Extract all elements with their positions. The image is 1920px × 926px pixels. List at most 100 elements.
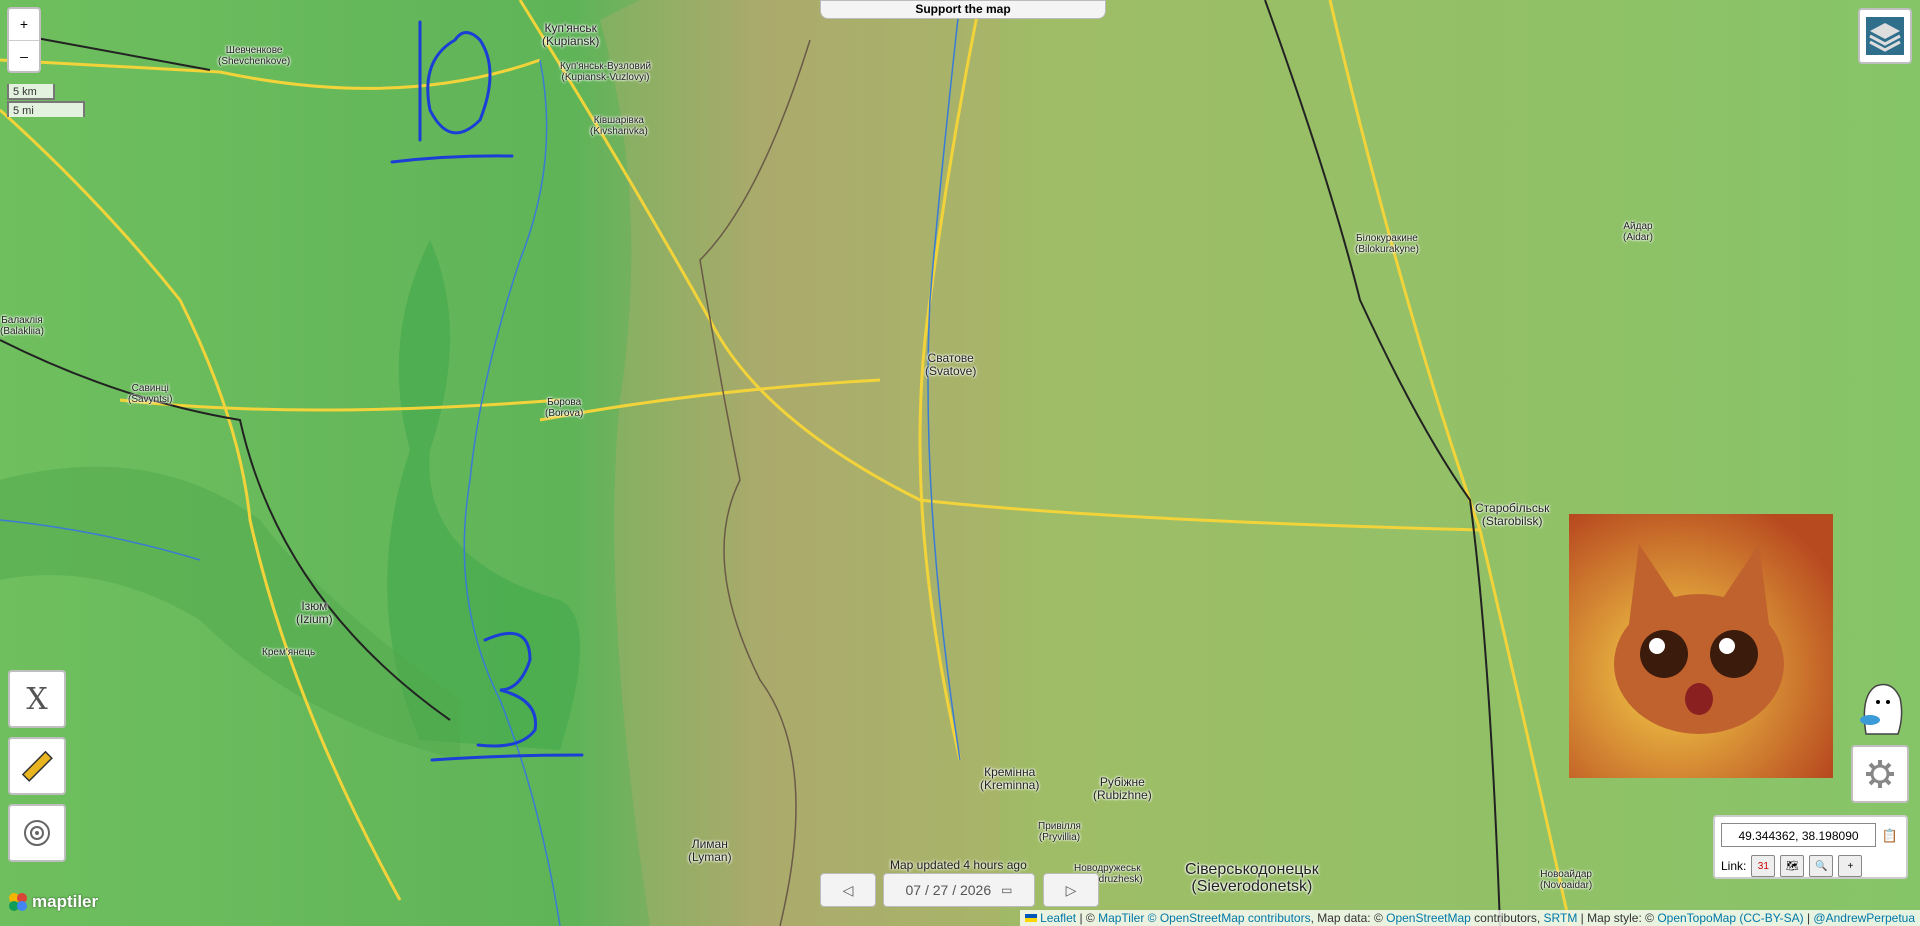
upland-shade bbox=[600, 0, 1000, 926]
place-name: Борова bbox=[547, 397, 582, 408]
place-name: Шевченкове bbox=[225, 45, 283, 56]
settings-button[interactable] bbox=[1851, 745, 1909, 803]
place-name-latin: (Balakliia) bbox=[0, 325, 44, 337]
link-row: Link: 31 🗺 🔍 + bbox=[1721, 855, 1863, 877]
place-label: Борова (Borova) bbox=[545, 397, 583, 419]
place-name: Куп'янськ-Вузловий bbox=[560, 61, 652, 72]
maptiler-logo[interactable]: maptiler bbox=[8, 892, 98, 912]
map-link-icon[interactable]: 🗺 bbox=[1780, 855, 1805, 877]
support-map-button[interactable]: Support the map bbox=[820, 0, 1106, 19]
place-name-latin: (Kupiansk) bbox=[542, 33, 600, 48]
target-icon bbox=[24, 820, 50, 846]
place-label: Ізюм (Izium) bbox=[296, 600, 333, 625]
date-value: 07 / 27 / 2026 bbox=[905, 882, 992, 898]
search-link-icon[interactable]: 🔍 bbox=[1809, 855, 1834, 877]
ruler-icon bbox=[21, 750, 53, 782]
coordinates-panel: 49.344362, 38.198090 📋 Link: 31 🗺 🔍 + bbox=[1713, 815, 1908, 879]
place-name: Білокуракине bbox=[1356, 233, 1418, 244]
leaflet-link[interactable]: Leaflet bbox=[1040, 911, 1076, 925]
place-name: Савинці bbox=[131, 383, 169, 394]
place-name: Сватове bbox=[927, 351, 974, 365]
place-label: Ківшарівка (Kivsharivka) bbox=[590, 115, 648, 137]
place-label: Новоайдар (Novoaidar) bbox=[1540, 869, 1593, 891]
place-name-latin: (Bilokurakyne) bbox=[1355, 243, 1419, 255]
place-name: Новоайдар bbox=[1540, 869, 1592, 880]
left-arrow-icon: ◁ bbox=[842, 881, 854, 898]
layers-button[interactable] bbox=[1858, 8, 1912, 64]
coordinates-input[interactable]: 49.344362, 38.198090 bbox=[1721, 823, 1876, 847]
map-updated-text: Map updated 4 hours ago bbox=[890, 858, 1027, 872]
right-arrow-icon: ▷ bbox=[1065, 881, 1077, 898]
crosshair-link-icon[interactable]: + bbox=[1838, 855, 1863, 877]
calendar-link-icon[interactable]: 31 bbox=[1751, 855, 1776, 877]
place-name: Рубіжне bbox=[1099, 775, 1145, 789]
srtm-link[interactable]: SRTM bbox=[1544, 911, 1578, 925]
place-name-latin: (Starobilsk) bbox=[1481, 513, 1543, 528]
place-label: Лиман (Lyman) bbox=[688, 838, 732, 863]
place-name-latin: (Svatove) bbox=[925, 363, 977, 378]
clipboard-icon[interactable]: 📋 bbox=[1880, 826, 1900, 846]
place-label: Сватове (Svatove) bbox=[925, 352, 976, 377]
maptiler-link[interactable]: MapTiler bbox=[1098, 911, 1144, 925]
place-name-latin: (Aidar) bbox=[1623, 231, 1654, 243]
place-label: Шевченкове (Shevchenkove) bbox=[218, 45, 291, 67]
place-name-latin: (Izium) bbox=[296, 611, 333, 626]
place-label: Рубіжне (Rubizhne) bbox=[1093, 776, 1152, 801]
place-label: Сіверськодонецьк (Sieverodonetsk) bbox=[1185, 861, 1319, 896]
place-label: Старобільськ (Starobilsk) bbox=[1475, 502, 1549, 527]
attr-sep1: | © bbox=[1076, 911, 1099, 925]
attr-sep2: | bbox=[1803, 911, 1814, 925]
place-name: Балаклія bbox=[1, 315, 43, 326]
place-name: Сіверськодонецьк bbox=[1185, 861, 1319, 878]
place-name: Ківшарівка bbox=[593, 115, 644, 126]
place-name-latin: (Novoaidar) bbox=[1540, 879, 1593, 891]
place-name-latin: (Kivsharivka) bbox=[590, 125, 648, 137]
place-label: Крем'янець bbox=[262, 647, 316, 659]
attr-data: , Map data: © bbox=[1310, 911, 1387, 925]
attr-style: | Map style: © bbox=[1577, 911, 1658, 925]
place-name: Айдар bbox=[1623, 221, 1653, 232]
place-label: Айдар (Aidar) bbox=[1623, 221, 1654, 243]
ruler-button[interactable] bbox=[8, 737, 66, 795]
calendar-icon: ▭ bbox=[1001, 883, 1013, 897]
locate-button[interactable] bbox=[8, 804, 66, 862]
link-label: Link: bbox=[1721, 859, 1747, 873]
attribution-bar: Leaflet | © MapTiler © OpenStreetMap con… bbox=[1019, 910, 1920, 926]
place-name: Крем'янець bbox=[262, 647, 316, 658]
place-name-latin: (Sieverodonetsk) bbox=[1191, 877, 1313, 895]
place-name-latin: (Savyntsi) bbox=[128, 393, 173, 405]
x-icon: X bbox=[26, 681, 48, 717]
place-label: Кремінна (Kreminna) bbox=[980, 766, 1039, 791]
date-field[interactable]: 07 / 27 / 2026 ▭ bbox=[883, 873, 1035, 907]
prev-date-button[interactable]: ◁ bbox=[820, 873, 876, 907]
topographic-map[interactable]: 10 bbox=[0, 0, 1920, 926]
zoom-in-button[interactable]: + bbox=[9, 9, 39, 40]
place-name-latin: (Pryvillia) bbox=[1038, 831, 1081, 843]
place-name: Лиман bbox=[691, 837, 728, 851]
place-name-latin: (Shevchenkove) bbox=[218, 55, 291, 67]
next-date-button[interactable]: ▷ bbox=[1043, 873, 1099, 907]
place-name-latin: (Kupiansk-Vuzlovyi) bbox=[561, 71, 650, 83]
scale-km: 5 km bbox=[7, 84, 55, 100]
zoom-control: + – bbox=[7, 7, 41, 73]
osm-link[interactable]: OpenStreetMap bbox=[1386, 911, 1471, 925]
place-name-latin: (Kreminna) bbox=[980, 777, 1040, 792]
ukraine-flag-icon bbox=[1024, 914, 1037, 922]
layers-icon bbox=[1866, 17, 1904, 55]
cat-image bbox=[1569, 514, 1833, 778]
maptiler-logo-text: maptiler bbox=[32, 892, 99, 911]
place-label: Білокуракине (Bilokurakyne) bbox=[1355, 233, 1419, 255]
place-name: Куп'янськ bbox=[544, 21, 597, 35]
x-button[interactable]: X bbox=[8, 670, 66, 728]
mascot-icon bbox=[1860, 683, 1903, 735]
author-link[interactable]: @AndrewPerpetua bbox=[1813, 911, 1915, 925]
place-name: Ізюм bbox=[301, 599, 328, 613]
gear-icon bbox=[1866, 760, 1894, 788]
zoom-out-button[interactable]: – bbox=[9, 39, 39, 72]
osm-contrib-link[interactable]: © OpenStreetMap contributors bbox=[1144, 911, 1311, 925]
attr-contrib: contributors, bbox=[1470, 911, 1544, 925]
place-label: Куп'янськ-Вузловий (Kupiansk-Vuzlovyi) bbox=[560, 61, 652, 83]
place-label: Куп'янськ (Kupiansk) bbox=[542, 22, 599, 47]
opentopomap-link[interactable]: OpenTopoMap bbox=[1657, 911, 1736, 925]
cc-by-sa-link[interactable]: (CC-BY-SA) bbox=[1736, 911, 1803, 925]
